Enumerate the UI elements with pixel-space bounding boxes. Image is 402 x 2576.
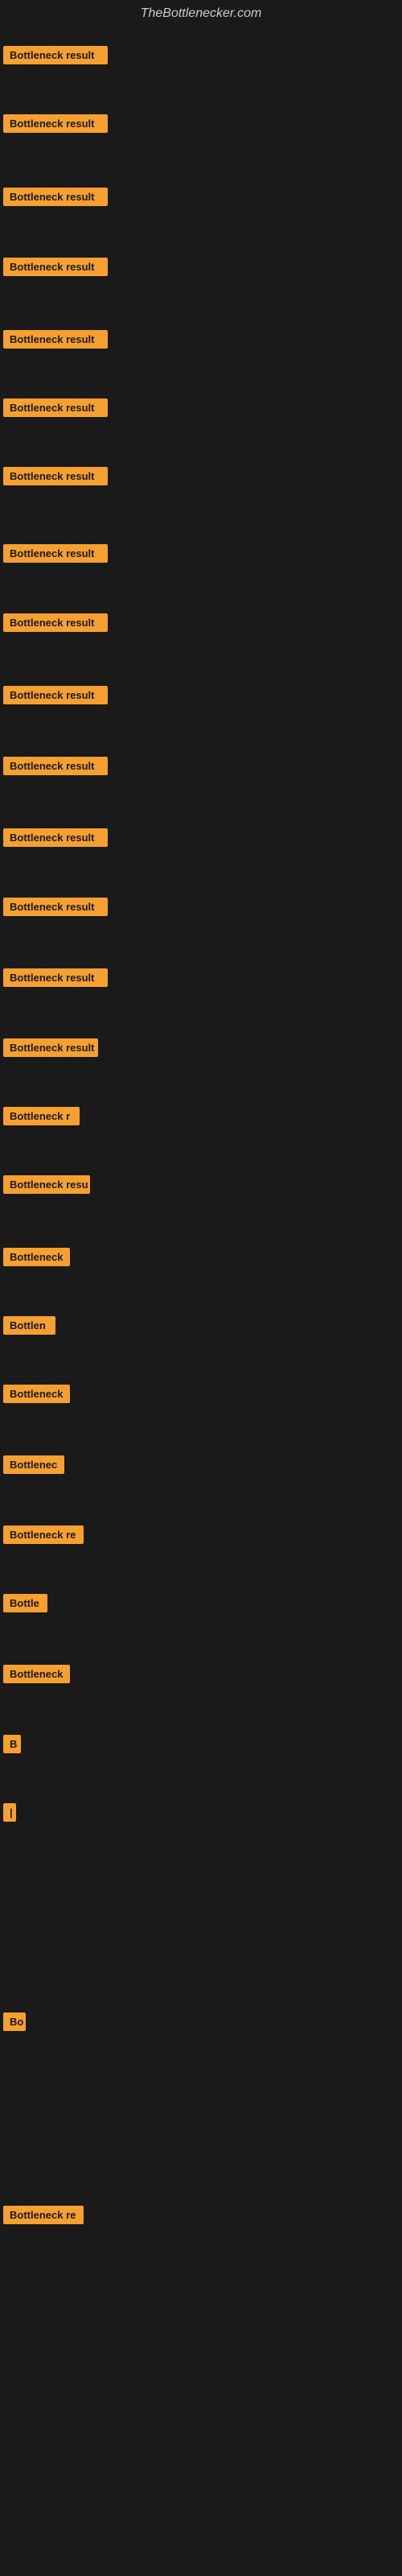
bottleneck-item-11: Bottleneck result — [3, 757, 108, 775]
bottleneck-item-26: | — [3, 1803, 16, 1822]
bottleneck-item-25: B — [3, 1735, 21, 1753]
bottleneck-label-2: Bottleneck result — [3, 114, 108, 133]
bottleneck-item-1: Bottleneck result — [3, 46, 108, 64]
bottleneck-label-21: Bottlenec — [3, 1455, 64, 1474]
bottleneck-label-17: Bottleneck resu — [3, 1175, 90, 1194]
bottleneck-item-18: Bottleneck — [3, 1248, 70, 1266]
bottleneck-item-3: Bottleneck result — [3, 188, 108, 206]
bottleneck-item-15: Bottleneck result — [3, 1038, 98, 1057]
bottleneck-label-23: Bottle — [3, 1594, 47, 1612]
bottleneck-item-6: Bottleneck result — [3, 398, 108, 417]
bottleneck-label-20: Bottleneck — [3, 1385, 70, 1403]
bottleneck-item-13: Bottleneck result — [3, 898, 108, 916]
bottleneck-label-9: Bottleneck result — [3, 613, 108, 632]
site-title: TheBottlenecker.com — [0, 0, 402, 27]
bottleneck-item-27: Bo — [3, 2013, 26, 2031]
bottleneck-item-24: Bottleneck — [3, 1665, 70, 1683]
bottleneck-item-14: Bottleneck result — [3, 968, 108, 987]
bottleneck-item-16: Bottleneck r — [3, 1107, 80, 1125]
bottleneck-label-28: Bottleneck re — [3, 2206, 84, 2224]
bottleneck-label-6: Bottleneck result — [3, 398, 108, 417]
bottleneck-label-12: Bottleneck result — [3, 828, 108, 847]
bottleneck-label-25: B — [3, 1735, 21, 1753]
bottleneck-label-10: Bottleneck result — [3, 686, 108, 704]
bottleneck-item-9: Bottleneck result — [3, 613, 108, 632]
bottleneck-item-20: Bottleneck — [3, 1385, 70, 1403]
bottleneck-label-15: Bottleneck result — [3, 1038, 98, 1057]
bottleneck-label-4: Bottleneck result — [3, 258, 108, 276]
bottleneck-label-11: Bottleneck result — [3, 757, 108, 775]
bottleneck-item-12: Bottleneck result — [3, 828, 108, 847]
bottleneck-item-10: Bottleneck result — [3, 686, 108, 704]
bottleneck-label-18: Bottleneck — [3, 1248, 70, 1266]
bottleneck-label-22: Bottleneck re — [3, 1525, 84, 1544]
bottleneck-label-7: Bottleneck result — [3, 467, 108, 485]
bottleneck-label-5: Bottleneck result — [3, 330, 108, 349]
bottleneck-label-3: Bottleneck result — [3, 188, 108, 206]
bottleneck-label-27: Bo — [3, 2013, 26, 2031]
bottleneck-item-2: Bottleneck result — [3, 114, 108, 133]
bottleneck-label-14: Bottleneck result — [3, 968, 108, 987]
bottleneck-item-7: Bottleneck result — [3, 467, 108, 485]
bottleneck-label-13: Bottleneck result — [3, 898, 108, 916]
bottleneck-item-4: Bottleneck result — [3, 258, 108, 276]
bottleneck-item-5: Bottleneck result — [3, 330, 108, 349]
bottleneck-label-16: Bottleneck r — [3, 1107, 80, 1125]
bottleneck-item-28: Bottleneck re — [3, 2206, 84, 2224]
bottleneck-item-19: Bottlen — [3, 1316, 55, 1335]
bottleneck-item-8: Bottleneck result — [3, 544, 108, 563]
bottleneck-item-23: Bottle — [3, 1594, 47, 1612]
bottleneck-item-21: Bottlenec — [3, 1455, 64, 1474]
bottleneck-label-24: Bottleneck — [3, 1665, 70, 1683]
bottleneck-label-26: | — [3, 1803, 16, 1822]
bottleneck-item-22: Bottleneck re — [3, 1525, 84, 1544]
bottleneck-label-8: Bottleneck result — [3, 544, 108, 563]
bottleneck-label-19: Bottlen — [3, 1316, 55, 1335]
page-container: TheBottlenecker.com Bottleneck result Bot… — [0, 0, 402, 2576]
bottleneck-label-1: Bottleneck result — [3, 46, 108, 64]
bottleneck-item-17: Bottleneck resu — [3, 1175, 90, 1194]
